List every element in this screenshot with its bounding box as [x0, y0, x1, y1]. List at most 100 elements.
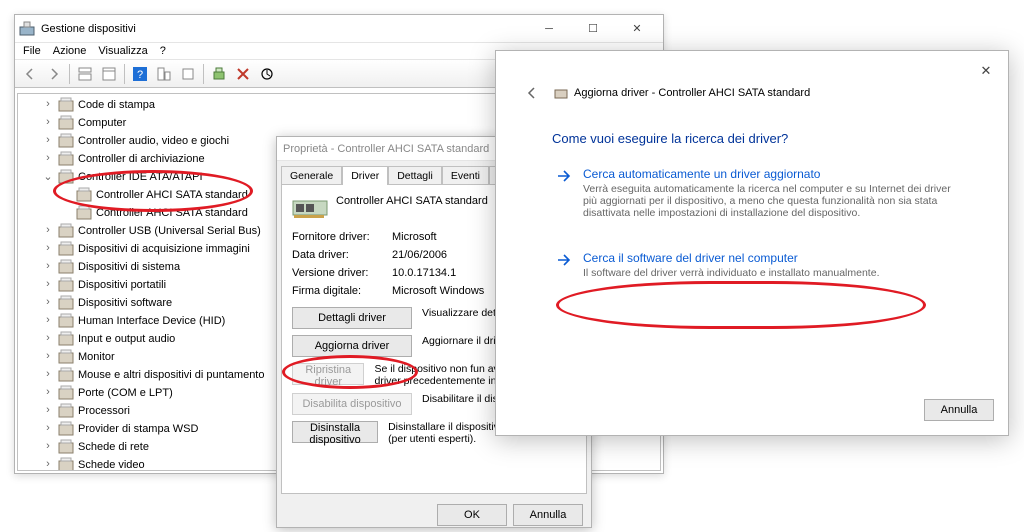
tree-item-label: Schede video [78, 459, 145, 471]
expander-icon[interactable]: › [42, 260, 54, 272]
wizard-back-button[interactable] [520, 81, 544, 105]
toolbar-separator [69, 64, 70, 84]
tree-item-label: Computer [78, 117, 126, 129]
expander-icon[interactable]: › [42, 404, 54, 416]
device-manager-icon [19, 21, 35, 37]
toolbar-separator [124, 64, 125, 84]
tab-eventi[interactable]: Eventi [442, 166, 489, 185]
button-dettagli-driver[interactable]: Dettagli driver [292, 307, 412, 329]
props-title: Proprietà - Controller AHCI SATA standar… [283, 143, 489, 155]
expander-icon[interactable]: › [42, 350, 54, 362]
tree-item-label: Processori [78, 405, 130, 417]
button-disinstalla-dispositivo[interactable]: Disinstalla dispositivo [292, 421, 378, 443]
expander-icon[interactable]: › [42, 278, 54, 290]
tree-item-label: Dispositivi di sistema [78, 261, 180, 273]
label-data: Data driver: [292, 249, 392, 261]
tree-item-label: Code di stampa [78, 99, 155, 111]
wizard-option-browse[interactable]: Cerca il software del driver nel compute… [548, 248, 968, 282]
wizard-option-browse-title: Cerca il software del driver nel compute… [583, 251, 879, 265]
wizard-heading: Come vuoi eseguire la ricerca dei driver… [496, 105, 1008, 164]
wizard-option-auto-title: Cerca automaticamente un driver aggiorna… [583, 167, 961, 181]
toolbar-back-icon[interactable] [19, 63, 41, 85]
tab-driver[interactable]: Driver [342, 166, 388, 185]
label-firma: Firma digitale: [292, 285, 392, 297]
wizard-cancel-button[interactable]: Annulla [924, 399, 994, 421]
toolbar-action2-icon[interactable] [177, 63, 199, 85]
button-aggiorna-driver[interactable]: Aggiorna driver [292, 335, 412, 357]
tree-item-label: Dispositivi software [78, 297, 172, 309]
tree-item-label: Controller AHCI SATA standard [96, 189, 248, 201]
tree-item-label: Controller USB (Universal Serial Bus) [78, 225, 261, 237]
toolbar-uninstall-icon[interactable] [232, 63, 254, 85]
button-annulla[interactable]: Annulla [513, 504, 583, 526]
props-device-name: Controller AHCI SATA standard [336, 195, 488, 207]
button-ripristina-driver: Ripristina driver [292, 363, 364, 385]
expander-icon[interactable]: › [42, 224, 54, 236]
dm-close-button[interactable]: ✕ [615, 15, 659, 43]
expander-icon[interactable]: › [42, 116, 54, 128]
tree-item-label: Dispositivi portatili [78, 279, 166, 291]
tab-generale[interactable]: Generale [281, 166, 342, 185]
wizard-title-text: Aggiorna driver - Controller AHCI SATA s… [574, 87, 810, 99]
tree-item-label: Mouse e altri dispositivi di puntamento [78, 369, 264, 381]
expander-icon[interactable]: › [42, 332, 54, 344]
tree-item-label: Controller di archiviazione [78, 153, 205, 165]
wizard-option-auto-desc: Verrà eseguita automaticamente la ricerc… [583, 183, 961, 219]
tree-item-label: Provider di stampa WSD [78, 423, 198, 435]
toolbar-help-icon[interactable]: ? [129, 63, 151, 85]
tree-item-label: Controller IDE ATA/ATAPI [78, 171, 203, 183]
tree-item-label: Monitor [78, 351, 115, 363]
annotation-circle-browse-option [556, 281, 926, 329]
dm-minimize-button[interactable]: ─ [527, 15, 571, 43]
arrow-right-icon [555, 251, 573, 269]
label-versione: Versione driver: [292, 267, 392, 279]
device-card-icon [292, 195, 328, 219]
dm-titlebar: Gestione dispositivi ─ ☐ ✕ [15, 15, 663, 43]
menu-visualizza[interactable]: Visualizza [98, 45, 147, 57]
tree-item-label: Controller audio, video e giochi [78, 135, 229, 147]
expander-icon[interactable]: › [42, 314, 54, 326]
tree-item-label: Human Interface Device (HID) [78, 315, 225, 327]
dm-title: Gestione dispositivi [41, 23, 527, 35]
expander-icon[interactable]: › [42, 458, 54, 470]
toolbar-action1-icon[interactable] [153, 63, 175, 85]
tab-dettagli[interactable]: Dettagli [388, 166, 442, 185]
toolbar-separator [203, 64, 204, 84]
toolbar-forward-icon[interactable] [43, 63, 65, 85]
menu-file[interactable]: File [23, 45, 41, 57]
toolbar-properties-icon[interactable] [98, 63, 120, 85]
arrow-right-icon [555, 167, 573, 185]
tree-item-label: Input e output audio [78, 333, 175, 345]
wizard-header: Aggiorna driver - Controller AHCI SATA s… [496, 51, 1008, 105]
expander-icon[interactable]: › [42, 152, 54, 164]
wizard-title: Aggiorna driver - Controller AHCI SATA s… [554, 86, 810, 100]
expander-icon[interactable]: › [42, 98, 54, 110]
wizard-device-icon [554, 86, 568, 100]
props-footer: OK Annulla [277, 498, 591, 532]
tree-item-label: Schede di rete [78, 441, 149, 453]
tree-item-label: Dispositivi di acquisizione immagini [78, 243, 250, 255]
update-driver-wizard: ✕ Aggiorna driver - Controller AHCI SATA… [495, 50, 1009, 436]
dm-maximize-button[interactable]: ☐ [571, 15, 615, 43]
expander-icon[interactable]: › [42, 296, 54, 308]
toolbar-update-icon[interactable] [256, 63, 278, 85]
toolbar-show-hide-icon[interactable] [74, 63, 96, 85]
menu-azione[interactable]: Azione [53, 45, 87, 57]
button-disabilita-dispositivo: Disabilita dispositivo [292, 393, 412, 415]
expander-icon[interactable]: › [42, 368, 54, 380]
menu-help[interactable]: ? [160, 45, 166, 57]
wizard-option-browse-desc: Il software del driver verrà individuato… [583, 267, 879, 279]
expander-icon[interactable]: › [42, 242, 54, 254]
svg-text:?: ? [137, 69, 143, 81]
expander-icon[interactable]: › [42, 422, 54, 434]
button-ok[interactable]: OK [437, 504, 507, 526]
wizard-option-auto[interactable]: Cerca automaticamente un driver aggiorna… [548, 164, 968, 222]
expander-icon[interactable]: › [42, 440, 54, 452]
wizard-close-button[interactable]: ✕ [970, 57, 1002, 85]
expander-icon[interactable]: › [42, 386, 54, 398]
expander-icon[interactable]: ⌄ [42, 170, 54, 183]
tree-item-label: Porte (COM e LPT) [78, 387, 173, 399]
label-fornitore: Fornitore driver: [292, 231, 392, 243]
expander-icon[interactable]: › [42, 134, 54, 146]
toolbar-scan-icon[interactable] [208, 63, 230, 85]
